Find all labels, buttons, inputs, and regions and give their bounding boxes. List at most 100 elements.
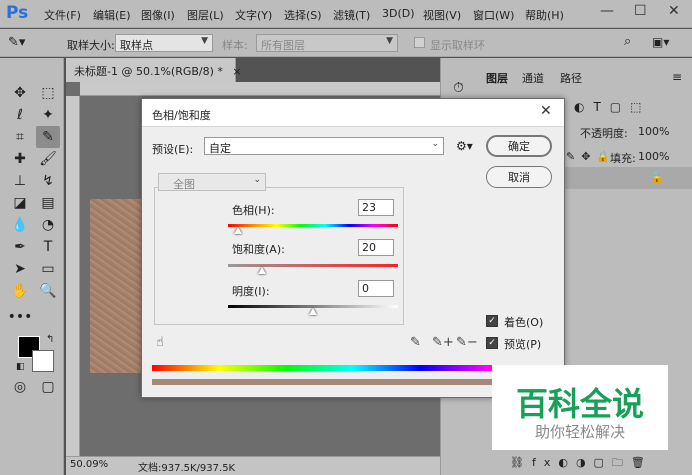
menu-file[interactable]: 文件(F) xyxy=(44,7,81,23)
sample-dropdown[interactable]: 所有图层 ▼ xyxy=(256,34,398,52)
ok-button[interactable]: 确定 xyxy=(486,135,552,157)
marquee-tool-icon[interactable]: ⬚ xyxy=(36,82,60,104)
colorize-checkbox[interactable]: ✓ xyxy=(486,315,498,327)
watermark-sub-text: 助你轻松解决 xyxy=(534,423,625,441)
add-to-sample-icon[interactable]: ✎+ xyxy=(432,335,454,350)
zoom-tool-icon[interactable]: 🔍 xyxy=(36,280,60,302)
minimize-button[interactable]: — xyxy=(600,3,614,19)
lightness-label: 明度(I): xyxy=(232,285,270,298)
hand-tool-icon[interactable]: ✋ xyxy=(8,280,32,302)
photoshop-logo: Ps xyxy=(6,3,29,23)
brush-tool-icon[interactable]: 🖌 xyxy=(36,148,60,170)
sample-label: 样本: xyxy=(222,39,248,52)
eyedropper-tool-icon[interactable]: ✎▾ xyxy=(8,35,25,50)
menu-filter[interactable]: 滤镜(T) xyxy=(333,7,370,23)
background-color-swatch[interactable] xyxy=(32,350,54,372)
document-tab[interactable]: 未标题-1 @ 50.1%(RGB/8) * × xyxy=(66,58,242,82)
sample-size-dropdown[interactable]: 取样点 ▼ xyxy=(115,34,213,52)
layer-row[interactable]: 🔒 xyxy=(560,167,692,189)
lasso-tool-icon[interactable]: ℓ xyxy=(8,104,32,126)
preview-checkbox[interactable]: ✓ xyxy=(486,337,498,349)
show-ring-checkbox[interactable] xyxy=(414,37,425,48)
preset-dropdown[interactable]: 自定 ⌄ xyxy=(204,137,444,155)
workspace-icon[interactable]: ▣▾ xyxy=(652,35,669,49)
move-tool-icon[interactable]: ✥ xyxy=(8,82,32,104)
preset-options-gear-icon[interactable]: ⚙▾ xyxy=(456,139,473,153)
menu-edit[interactable]: 编辑(E) xyxy=(93,7,131,23)
rectangle-tool-icon[interactable]: ▭ xyxy=(36,258,60,280)
crop-tool-icon[interactable]: ⌗ xyxy=(8,126,32,148)
stamp-tool-icon[interactable]: ⊥ xyxy=(8,170,32,192)
hue-input[interactable]: 23 xyxy=(358,199,394,216)
magic-wand-icon[interactable]: ✦ xyxy=(36,104,60,126)
menu-image[interactable]: 图像(I) xyxy=(141,7,175,23)
eyedropper-icon[interactable]: ✎ xyxy=(410,335,421,350)
cancel-button[interactable]: 取消 xyxy=(486,166,552,188)
history-brush-icon[interactable]: ↯ xyxy=(36,170,60,192)
hue-saturation-dialog: 色相/饱和度 ✕ 预设(E): 自定 ⌄ ⚙▾ 确定 取消 全图 ⌄ 色相(H)… xyxy=(141,98,565,398)
default-colors-icon[interactable]: ◧ xyxy=(16,362,25,372)
channel-dropdown[interactable]: 全图 ⌄ xyxy=(158,173,266,191)
dialog-title: 色相/饱和度 xyxy=(152,109,211,122)
path-select-icon[interactable]: ➤ xyxy=(8,258,32,280)
menu-view[interactable]: 视图(V) xyxy=(423,7,461,23)
hue-label: 色相(H): xyxy=(232,204,275,217)
gradient-tool-icon[interactable]: ▤ xyxy=(36,192,60,214)
targeted-adjustment-hand-icon[interactable]: ☝ xyxy=(156,335,164,350)
document-info[interactable]: 文档:937.5K/937.5K xyxy=(138,459,235,474)
lock-icon: 🔒 xyxy=(650,171,664,184)
close-window-button[interactable]: ✕ xyxy=(668,3,680,19)
close-icon[interactable]: ✕ xyxy=(540,103,552,119)
subtract-from-sample-icon[interactable]: ✎− xyxy=(456,335,478,350)
layer-bottom-icons[interactable]: ⛓fx◐◑▢🗀🗑 xyxy=(510,454,653,473)
blur-tool-icon[interactable]: 💧 xyxy=(8,214,32,236)
eyedropper-icon[interactable]: ✎ xyxy=(36,126,60,148)
quick-mask-icon[interactable]: ◎ xyxy=(8,376,32,398)
tab-layers[interactable]: 图层 xyxy=(486,70,508,86)
menu-3d[interactable]: 3D(D) xyxy=(382,7,415,20)
saturation-track[interactable] xyxy=(228,264,398,267)
canvas-texture-image xyxy=(90,199,145,373)
menu-select[interactable]: 选择(S) xyxy=(284,7,322,23)
healing-brush-icon[interactable]: ✚ xyxy=(8,148,32,170)
pen-tool-icon[interactable]: ✒ xyxy=(8,236,32,258)
fill-value[interactable]: 100% xyxy=(638,150,669,163)
hue-slider-thumb[interactable] xyxy=(234,227,243,234)
lock-icons[interactable]: ✎✥🔒 xyxy=(566,150,616,163)
maximize-button[interactable]: ☐ xyxy=(634,3,647,19)
eraser-tool-icon[interactable]: ◪ xyxy=(8,192,32,214)
layer-filter-icons[interactable]: ◐T▢⬚ xyxy=(574,100,650,114)
show-ring-label: 显示取样环 xyxy=(430,39,485,52)
channel-value: 全图 xyxy=(173,178,195,191)
saturation-slider-thumb[interactable] xyxy=(258,267,266,274)
close-tab-icon[interactable]: × xyxy=(232,65,241,78)
tab-channels[interactable]: 通道 xyxy=(522,70,544,86)
menu-type[interactable]: 文字(Y) xyxy=(235,7,272,23)
options-bar: ✎▾ 取样大小: 取样点 ▼ 样本: 所有图层 ▼ 显示取样环 ⌕ ▣▾ xyxy=(0,29,692,57)
hue-track[interactable] xyxy=(228,224,398,227)
tab-paths[interactable]: 路径 xyxy=(560,70,582,86)
menu-bar: Ps 文件(F) 编辑(E) 图像(I) 图层(L) 文字(Y) 选择(S) 滤… xyxy=(0,0,692,28)
sample-value: 所有图层 xyxy=(261,39,305,52)
type-tool-icon[interactable]: T xyxy=(36,236,60,258)
menu-layer[interactable]: 图层(L) xyxy=(187,7,224,23)
history-panel-icon[interactable]: ⏱ xyxy=(453,80,464,96)
opacity-label: 不透明度: xyxy=(580,127,628,140)
panel-menu-icon[interactable]: ≡ xyxy=(672,70,682,84)
menu-help[interactable]: 帮助(H) xyxy=(525,7,564,23)
menu-window[interactable]: 窗口(W) xyxy=(473,7,514,23)
chevron-down-icon: ▼ xyxy=(201,36,208,46)
search-icon[interactable]: ⌕ xyxy=(624,34,631,49)
more-tools-icon[interactable]: ••• xyxy=(8,306,33,328)
swap-colors-icon[interactable]: ↰ xyxy=(46,334,54,345)
document-title: 未标题-1 @ 50.1%(RGB/8) * xyxy=(74,65,223,78)
dodge-tool-icon[interactable]: ◔ xyxy=(36,214,60,236)
saturation-input[interactable]: 20 xyxy=(358,239,394,256)
zoom-level[interactable]: 50.09% xyxy=(70,459,108,470)
lightness-slider-thumb[interactable] xyxy=(309,308,317,315)
vertical-ruler xyxy=(66,96,80,456)
lightness-input[interactable]: 0 xyxy=(358,280,394,297)
screen-mode-icon[interactable]: ▢ xyxy=(36,376,60,398)
tools-panel: ✥ ⬚ ℓ ✦ ⌗ ✎ ✚ 🖌 ⊥ ↯ ◪ ▤ 💧 ◔ ✒ T ➤ ▭ ✋ 🔍 … xyxy=(0,58,64,475)
opacity-value[interactable]: 100% xyxy=(638,125,669,138)
